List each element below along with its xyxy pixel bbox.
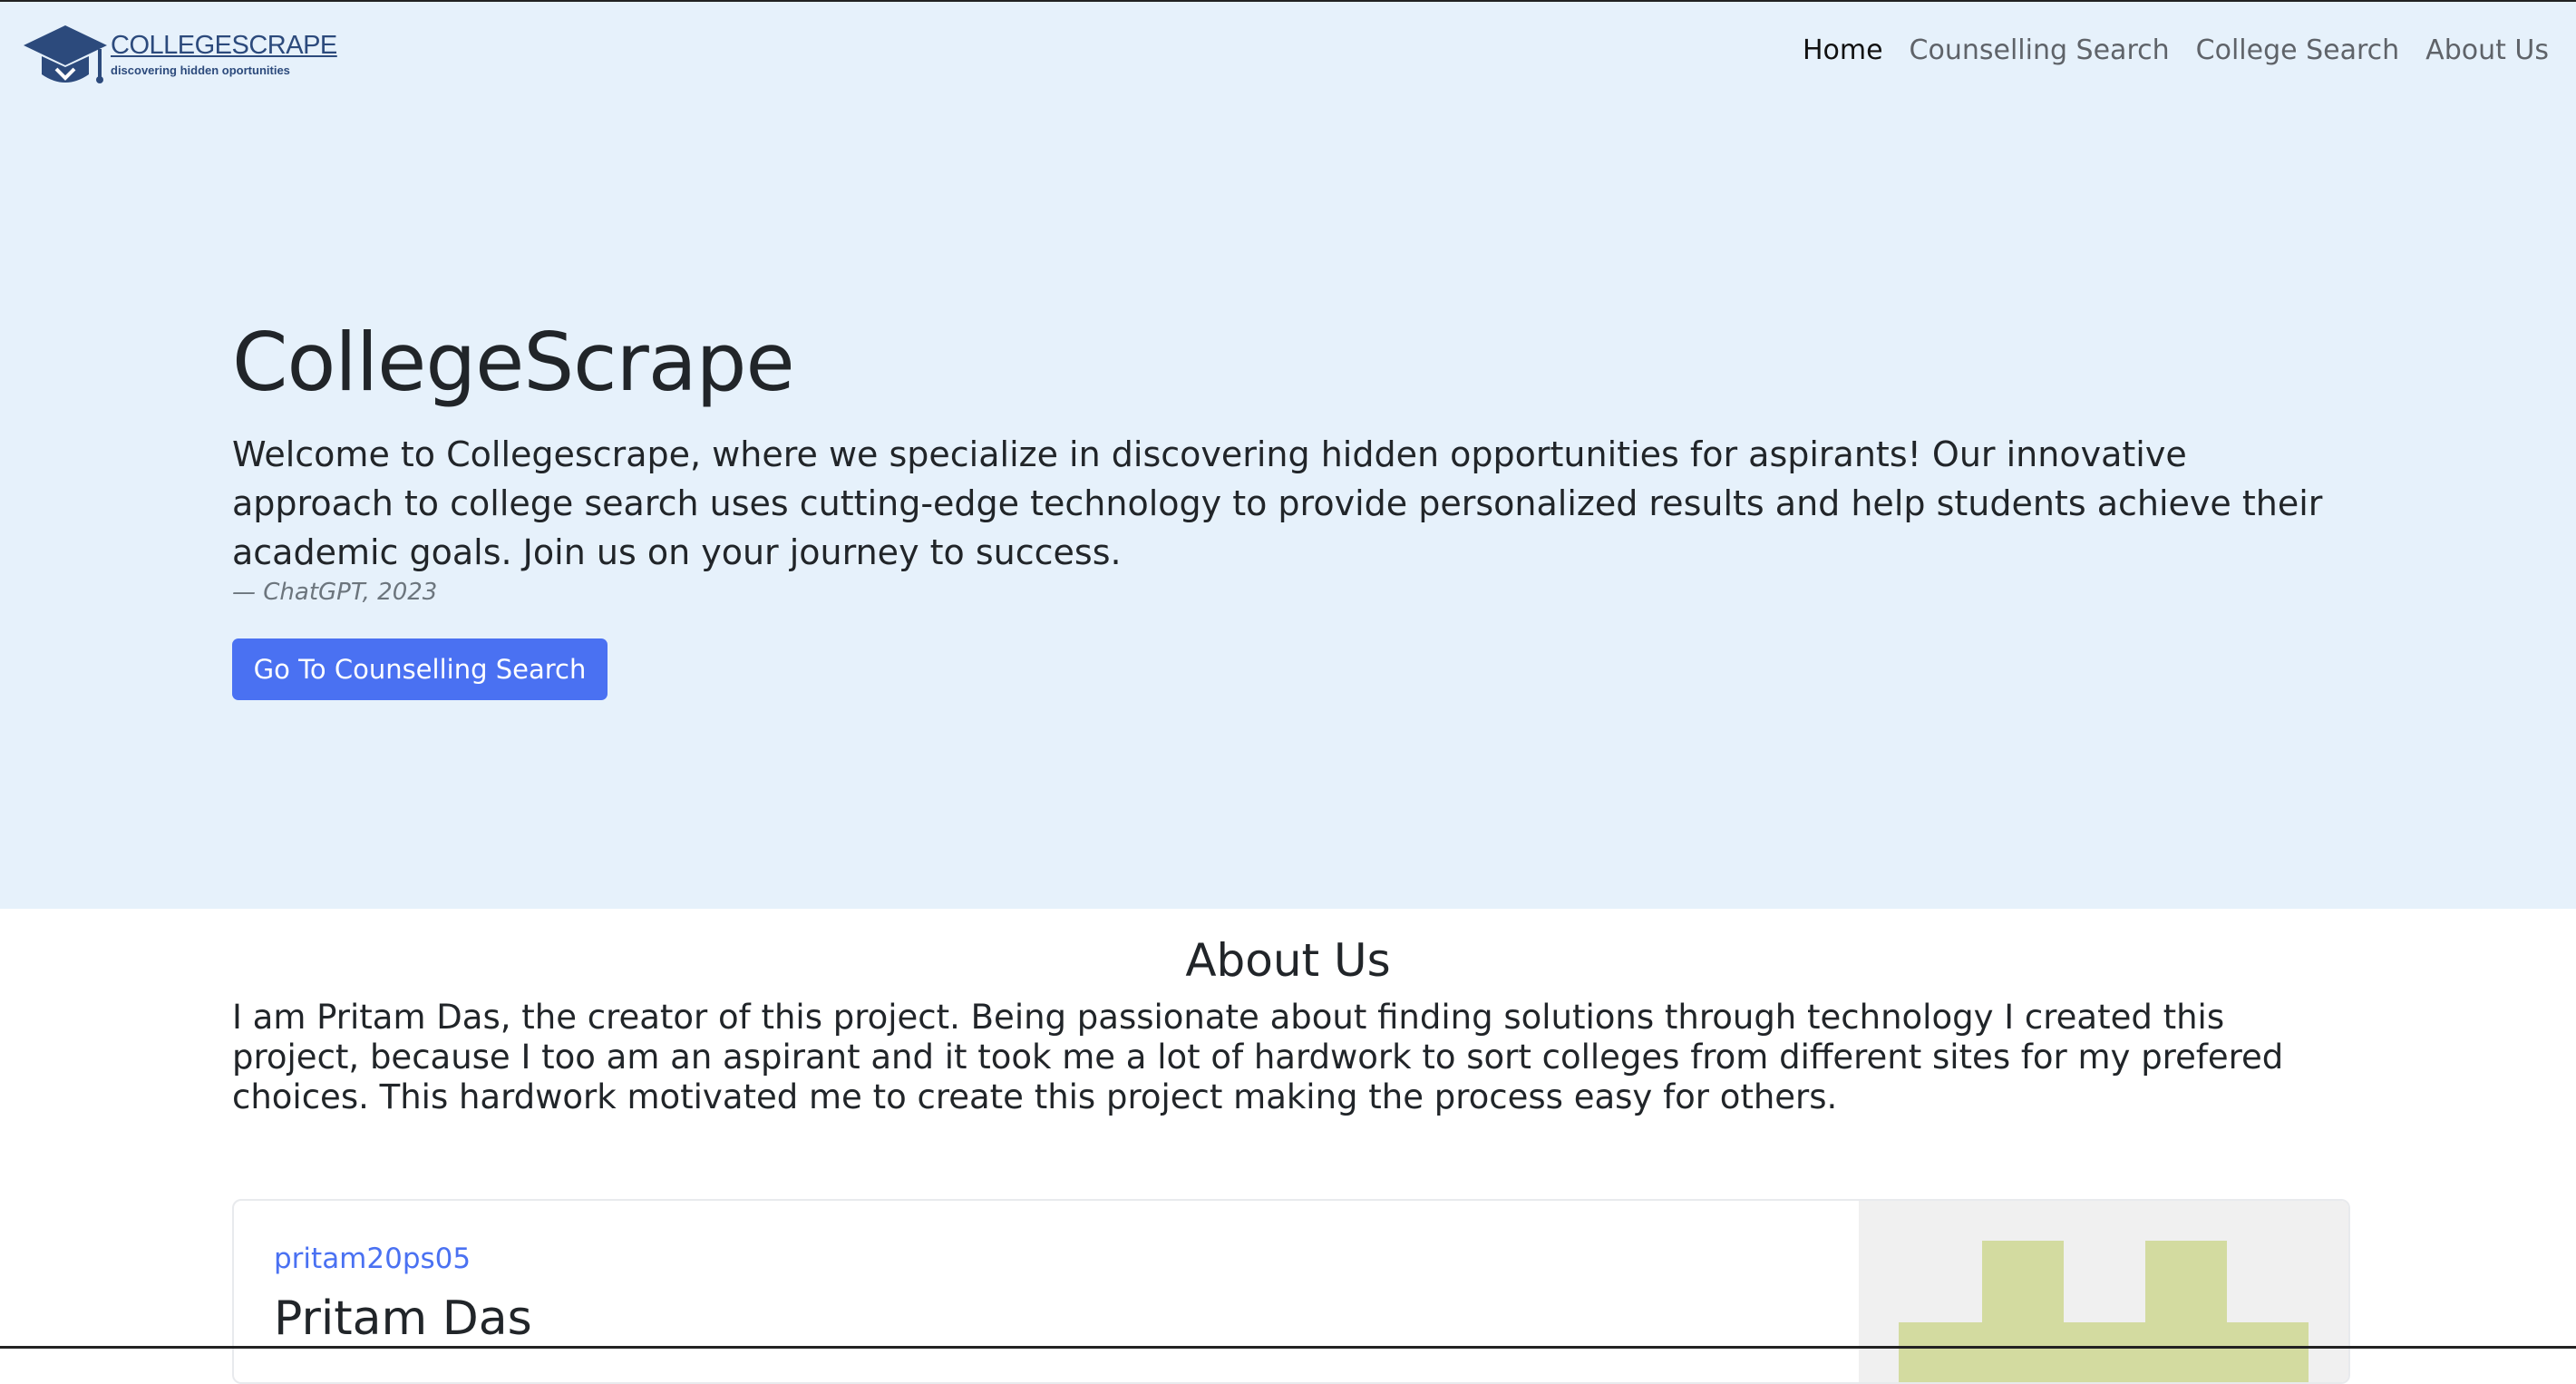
nav-links: Home Counselling Search College Search A… bbox=[1776, 34, 2549, 66]
nav-home[interactable]: Home bbox=[1803, 34, 1883, 66]
brand-tagline: discovering hidden oportunities bbox=[111, 63, 290, 77]
identicon-avatar-icon bbox=[1899, 1241, 2309, 1382]
about-us-heading: About Us bbox=[1185, 934, 1391, 987]
about-us-text: I am Pritam Das, the creator of this pro… bbox=[232, 998, 2284, 1116]
hero-title: CollegeScrape bbox=[232, 316, 795, 409]
hero-section: COLLEGESCRAPE discovering hidden oportun… bbox=[0, 2, 2576, 909]
hero-quote: Welcome to Collegescrape, where we speci… bbox=[232, 434, 2323, 572]
graduation-cap-icon bbox=[24, 25, 107, 83]
profile-card: pritam20ps05 Pritam Das bbox=[232, 1199, 2350, 1384]
profile-name: Pritam Das bbox=[274, 1291, 532, 1346]
navbar: COLLEGESCRAPE discovering hidden oportun… bbox=[0, 2, 2576, 109]
nav-counselling-search[interactable]: Counselling Search bbox=[1910, 34, 2170, 66]
hero-citation: — ChatGPT, 2023 bbox=[232, 579, 438, 606]
nav-college-search[interactable]: College Search bbox=[2196, 34, 2400, 66]
profile-username-link[interactable]: pritam20ps05 bbox=[274, 1243, 471, 1275]
brand-name: COLLEGESCRAPE bbox=[111, 31, 337, 60]
brand-logo[interactable]: COLLEGESCRAPE discovering hidden oportun… bbox=[20, 18, 337, 91]
nav-about-us[interactable]: About Us bbox=[2425, 34, 2549, 66]
profile-avatar bbox=[1859, 1201, 2348, 1382]
go-to-counselling-search-button[interactable]: Go To Counselling Search bbox=[232, 638, 608, 700]
